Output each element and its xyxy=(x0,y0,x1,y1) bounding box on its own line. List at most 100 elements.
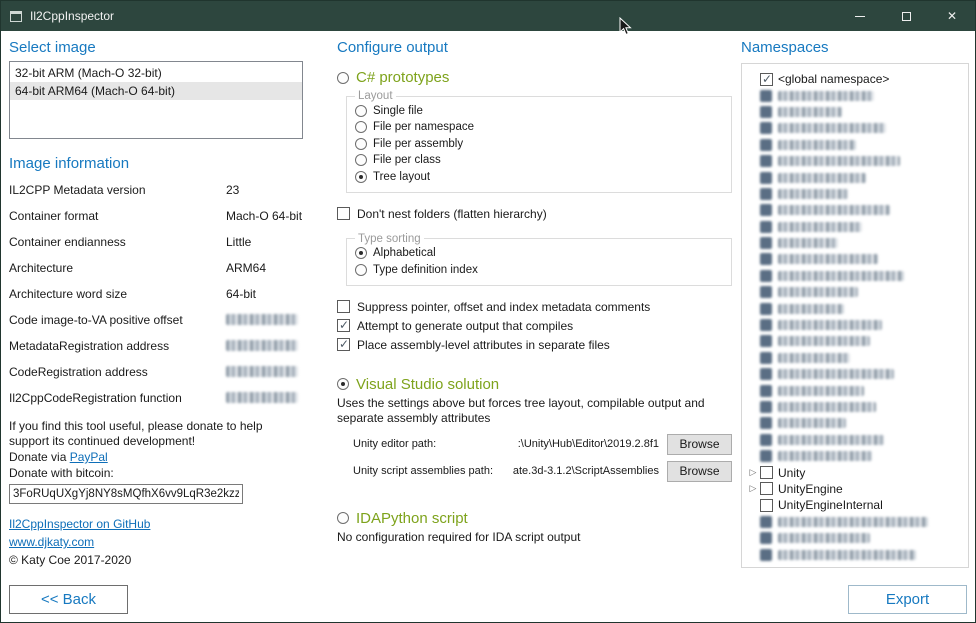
namespace-item[interactable] xyxy=(746,137,964,153)
flatten-checkbox[interactable]: Don't nest folders (flatten hierarchy) xyxy=(337,205,732,223)
export-button[interactable]: Export xyxy=(848,585,967,614)
output-checkbox-label: Place assembly-level attributes in separ… xyxy=(357,338,610,352)
sorting-option[interactable]: Alphabetical xyxy=(355,246,723,262)
close-button[interactable]: ✕ xyxy=(929,1,975,31)
checkbox-icon[interactable] xyxy=(760,466,773,479)
sorting-option[interactable]: Type definition index xyxy=(355,262,723,278)
type-sorting-group-label: Type sorting xyxy=(355,233,424,245)
info-row: ArchitectureARM64 xyxy=(9,261,303,287)
expander-icon[interactable]: ▷ xyxy=(746,467,760,478)
namespace-item[interactable] xyxy=(746,169,964,185)
namespace-item[interactable] xyxy=(746,317,964,333)
layout-option[interactable]: Single file xyxy=(355,103,723,119)
window-title: Il2CppInspector xyxy=(30,9,114,23)
checkbox-redacted xyxy=(760,335,772,347)
namespace-item[interactable] xyxy=(746,382,964,398)
output-checkbox[interactable]: Place assembly-level attributes in separ… xyxy=(337,336,732,354)
namespace-item[interactable] xyxy=(746,300,964,316)
namespace-item[interactable] xyxy=(746,202,964,218)
layout-option[interactable]: Tree layout xyxy=(355,169,723,185)
namespace-item[interactable]: ▷Unity xyxy=(746,464,964,480)
browse-editor-button[interactable]: Browse xyxy=(667,434,732,455)
checkbox-redacted xyxy=(760,352,772,364)
namespace-item[interactable] xyxy=(746,448,964,464)
namespace-item[interactable] xyxy=(746,350,964,366)
info-label: MetadataRegistration address xyxy=(9,339,226,353)
checkbox-redacted xyxy=(760,155,772,167)
namespace-item[interactable] xyxy=(746,432,964,448)
checkbox-icon[interactable] xyxy=(760,499,773,512)
info-row: CodeRegistration address xyxy=(9,365,303,391)
checkbox-icon[interactable] xyxy=(760,482,773,495)
csharp-prototypes-radio[interactable]: C# prototypes xyxy=(337,69,732,86)
layout-group: Layout Single fileFile per namespaceFile… xyxy=(346,90,732,193)
namespace-item[interactable] xyxy=(746,546,964,562)
namespace-label-redacted xyxy=(778,91,874,101)
layout-option-label: Single file xyxy=(373,105,423,117)
namespace-item[interactable]: ▷UnityEngine xyxy=(746,481,964,497)
image-list-item[interactable]: 32-bit ARM (Mach-O 32-bit) xyxy=(10,64,302,82)
namespace-item[interactable] xyxy=(746,251,964,267)
browse-script-button[interactable]: Browse xyxy=(667,461,732,482)
layout-option[interactable]: File per assembly xyxy=(355,136,723,152)
checkbox-redacted xyxy=(760,434,772,446)
namespace-tree[interactable]: <global namespace> ▷Unity▷UnityEngineUnit… xyxy=(741,63,969,568)
namespace-item[interactable] xyxy=(746,333,964,349)
app-window: Il2CppInspector ✕ Select image 32-bit AR… xyxy=(0,0,976,623)
github-link[interactable]: Il2CppInspector on GitHub xyxy=(9,516,303,532)
namespace-item[interactable]: <global namespace> xyxy=(746,71,964,87)
unity-editor-path-value: :\Unity\Hub\Editor\2019.2.8f1 xyxy=(436,438,667,450)
minimize-button[interactable] xyxy=(837,1,883,31)
info-value: ARM64 xyxy=(226,261,266,275)
image-list-item[interactable]: 64-bit ARM64 (Mach-O 64-bit) xyxy=(10,82,302,100)
namespace-label-redacted xyxy=(778,353,850,363)
output-checkbox[interactable]: Attempt to generate output that compiles xyxy=(337,317,732,335)
checkbox-icon[interactable] xyxy=(760,73,773,86)
namespace-item[interactable] xyxy=(746,87,964,103)
visual-studio-radio[interactable]: Visual Studio solution xyxy=(337,376,732,393)
back-button[interactable]: << Back xyxy=(9,585,128,614)
link-list: Il2CppInspector on GitHub www.djkaty.com… xyxy=(9,516,303,568)
namespace-item[interactable] xyxy=(746,268,964,284)
maximize-button[interactable] xyxy=(883,1,929,31)
website-link[interactable]: www.djkaty.com xyxy=(9,534,303,550)
layout-option[interactable]: File per class xyxy=(355,153,723,169)
layout-options: Single file File per namespaceFile per as… xyxy=(355,103,723,185)
output-checkbox[interactable]: Suppress pointer, offset and index metad… xyxy=(337,298,732,316)
namespace-item[interactable] xyxy=(746,235,964,251)
output-checkbox-label: Suppress pointer, offset and index metad… xyxy=(357,300,650,314)
namespace-item[interactable] xyxy=(746,186,964,202)
radio-icon xyxy=(337,72,349,84)
namespace-item[interactable] xyxy=(746,104,964,120)
namespace-label-redacted xyxy=(778,517,928,527)
csharp-prototypes-label: C# prototypes xyxy=(356,69,449,86)
namespace-item[interactable] xyxy=(746,284,964,300)
namespace-label-redacted xyxy=(778,238,838,248)
idapython-radio[interactable]: IDAPython script xyxy=(337,510,732,527)
namespace-label-redacted xyxy=(778,222,862,232)
namespace-item[interactable] xyxy=(746,120,964,136)
namespace-item[interactable]: UnityEngineInternal xyxy=(746,497,964,513)
checkbox-redacted xyxy=(760,122,772,134)
namespace-item[interactable] xyxy=(746,153,964,169)
namespace-item[interactable] xyxy=(746,530,964,546)
bitcoin-address-input[interactable] xyxy=(9,484,243,504)
namespace-item[interactable] xyxy=(746,415,964,431)
info-row: MetadataRegistration address xyxy=(9,339,303,365)
layout-option-label: Tree layout xyxy=(373,171,430,183)
donate-via-prefix: Donate via xyxy=(9,450,70,464)
expander-icon[interactable]: ▷ xyxy=(746,483,760,494)
namespace-item[interactable] xyxy=(746,219,964,235)
info-label: Architecture word size xyxy=(9,287,226,301)
namespace-item[interactable] xyxy=(746,399,964,415)
titlebar: Il2CppInspector ✕ xyxy=(1,1,975,31)
namespace-label-redacted xyxy=(778,435,884,445)
checkbox-icon xyxy=(337,300,350,313)
image-listbox[interactable]: 32-bit ARM (Mach-O 32-bit)64-bit ARM64 (… xyxy=(9,61,303,139)
output-checkbox-label: Attempt to generate output that compiles xyxy=(357,319,573,333)
paypal-link[interactable]: PayPal xyxy=(70,450,108,464)
layout-option[interactable]: File per namespace xyxy=(355,120,723,136)
namespace-item[interactable] xyxy=(746,514,964,530)
namespace-item[interactable] xyxy=(746,366,964,382)
checkbox-redacted xyxy=(760,368,772,380)
